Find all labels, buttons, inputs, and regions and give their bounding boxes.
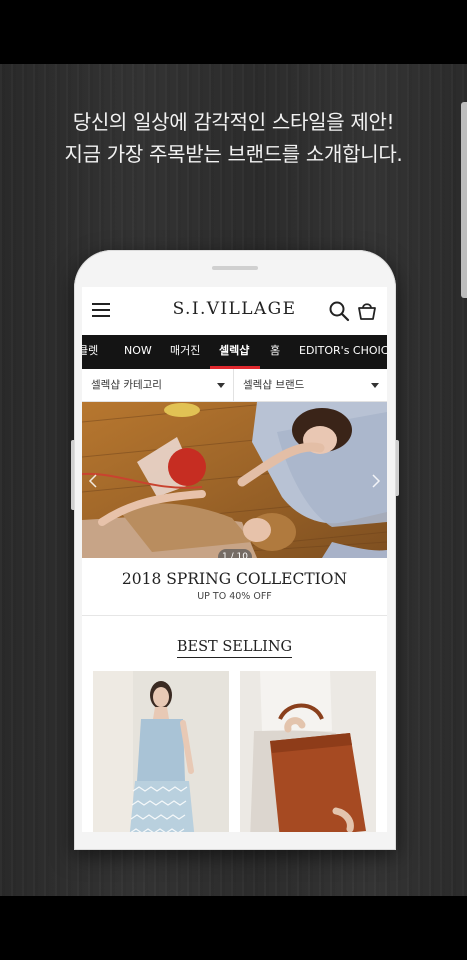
banner-image (82, 402, 387, 558)
caret-down-icon (371, 383, 379, 388)
navigation-bar-area (0, 896, 467, 960)
phone-side-button (71, 440, 74, 510)
category-nav: 클렛 NOW 매거진 셀렉샵 홈 EDITOR's CHOIC (82, 335, 387, 369)
chevron-right-icon[interactable] (371, 474, 381, 488)
shopping-bag-icon[interactable] (356, 299, 378, 321)
banner-pager: 1 / 10 (218, 549, 252, 558)
nav-item-magazine[interactable]: 매거진 (170, 335, 200, 369)
product-card[interactable] (93, 671, 229, 832)
nav-item-editors-choice[interactable]: EDITOR's CHOIC (299, 335, 387, 369)
category-dropdown-label: 셀렉샵 카테고리 (91, 379, 162, 391)
status-bar-area (0, 0, 467, 64)
chevron-left-icon[interactable] (88, 474, 98, 488)
filter-row: 셀렉샵 카테고리 셀렉샵 브랜드 (82, 369, 387, 402)
caret-down-icon (217, 383, 225, 388)
hero-banner[interactable]: 1 / 10 (82, 402, 387, 558)
product-image (240, 671, 376, 832)
collection-subtitle: UP TO 40% OFF (197, 591, 272, 602)
nav-item-home[interactable]: 홈 (270, 335, 280, 369)
section-divider (82, 615, 387, 616)
app-header: S.I.VILLAGE (82, 287, 387, 335)
promo-headline-line1: 당신의 일상에 감각적인 스타일을 제안! (72, 110, 395, 134)
best-selling-label: BEST SELLING (176, 639, 293, 658)
app-screen: S.I.VILLAGE 클렛 NOW 매거진 셀렉샵 홈 EDITOR's CH… (82, 287, 387, 832)
search-icon[interactable] (328, 300, 350, 322)
category-dropdown[interactable]: 셀렉샵 카테고리 (82, 369, 234, 401)
product-image (93, 671, 229, 832)
phone-side-button (396, 440, 399, 496)
phone-speaker (212, 266, 258, 270)
brand-dropdown-label: 셀렉샵 브랜드 (243, 379, 305, 391)
product-card[interactable] (240, 671, 376, 832)
nav-item-selectshop[interactable]: 셀렉샵 (219, 335, 249, 369)
best-selling-title: BEST SELLING (82, 639, 387, 658)
nav-item-now[interactable]: NOW (124, 335, 152, 369)
nav-item-outlet[interactable]: 클렛 (82, 335, 98, 369)
brand-dropdown[interactable]: 셀렉샵 브랜드 (234, 369, 387, 401)
phone-mockup: S.I.VILLAGE 클렛 NOW 매거진 셀렉샵 홈 EDITOR's CH… (71, 250, 399, 850)
promo-headline-line2: 지금 가장 주목받는 브랜드를 소개합니다. (64, 142, 403, 166)
collection-title[interactable]: 2018 SPRING COLLECTION (82, 570, 387, 588)
